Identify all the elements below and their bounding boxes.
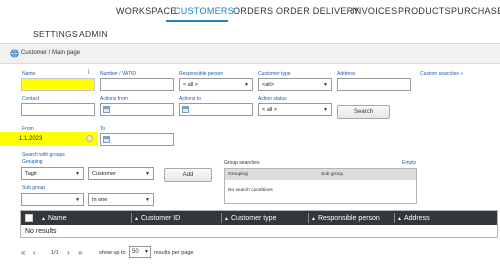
number-vatid-label: Number / VATID	[100, 71, 136, 77]
add-button[interactable]: Add	[164, 168, 212, 182]
sub-group-mode-select[interactable]: In one ▼	[88, 193, 154, 206]
sort-icon: ▲	[224, 216, 229, 222]
chevron-down-icon: ▼	[144, 249, 149, 255]
search-with-groups-heading: Search with groups	[22, 152, 65, 158]
results-table: ▲ Name ▲ Customer ID ▲ Customer type ▲ Respo…	[20, 210, 498, 238]
nav-customers[interactable]: CUSTOMERS	[174, 6, 234, 16]
actions-to-field[interactable]	[179, 103, 253, 116]
nav-order-delivery[interactable]: ORDER DELIVERY	[276, 6, 360, 16]
grouping-label: Grouping	[22, 159, 43, 165]
grouping-target-select[interactable]: Customer ▼	[88, 167, 154, 180]
pagination: « ‹ 1/1 › » show up to 50 ▼ results per …	[0, 244, 500, 264]
custom-searches-link[interactable]: Custom searches »	[420, 71, 463, 77]
nav-settings[interactable]: SETTINGS	[33, 29, 78, 39]
address-label: Address	[337, 71, 356, 77]
sub-group-select[interactable]: ▼	[21, 193, 84, 206]
column-header: Grouping	[228, 172, 248, 177]
column-divider	[394, 213, 395, 223]
grouping-select[interactable]: Tagit ▼	[21, 167, 84, 180]
chevron-down-icon: ▼	[323, 107, 328, 113]
chevron-down-icon: ▼	[323, 82, 328, 88]
clear-icon[interactable]	[86, 135, 93, 142]
next-page-button[interactable]: ›	[67, 248, 70, 257]
nav-orders[interactable]: ORDERS	[233, 6, 273, 16]
chevron-down-icon: ▼	[244, 82, 249, 88]
contact-label: Contact	[22, 96, 40, 102]
nav-invoices[interactable]: INVOICES	[352, 6, 397, 16]
search-button[interactable]: Search	[337, 105, 390, 119]
customer-type-label: Customer type	[258, 71, 291, 77]
chevron-down-icon: ▼	[75, 197, 80, 203]
last-page-button[interactable]: »	[78, 248, 82, 257]
nav-purchases[interactable]: PURCHASES	[451, 6, 500, 16]
breadcrumb: Customer / Main page	[21, 50, 81, 56]
calendar-icon[interactable]	[103, 106, 110, 113]
actions-from-field[interactable]	[100, 103, 174, 116]
actions-from-label: Actions from	[100, 96, 128, 102]
action-status-label: Action status	[258, 96, 287, 102]
calendar-icon[interactable]	[182, 106, 189, 113]
group-searches-table: Grouping Sub group No search conditions	[224, 168, 417, 204]
group-searches-header: Grouping Sub group	[225, 169, 416, 180]
customer-type-select[interactable]: <all> ▼	[258, 78, 332, 91]
first-page-button[interactable]: «	[21, 248, 25, 257]
globe-icon	[10, 49, 19, 58]
sort-icon: ▲	[311, 216, 316, 222]
responsible-person-label: Responsible person	[179, 71, 224, 77]
column-header-customer-type[interactable]: ▲ Customer type	[224, 215, 276, 222]
responsible-person-select[interactable]: < all > ▼	[179, 78, 253, 91]
sort-icon: ▲	[41, 216, 46, 222]
to-date-field[interactable]	[100, 133, 174, 146]
results-header: ▲ Name ▲ Customer ID ▲ Customer type ▲ Respo…	[21, 211, 497, 225]
calendar-icon[interactable]	[103, 136, 110, 143]
sort-icon: ▲	[134, 216, 139, 222]
nav-admin[interactable]: ADMIN	[79, 29, 108, 39]
group-searches-heading: Group searches	[224, 160, 260, 166]
results-per-page-label: results per page	[154, 250, 194, 256]
column-divider	[308, 213, 309, 223]
column-header-customer-id[interactable]: ▲ Customer ID	[134, 215, 180, 222]
chevron-down-icon: ▼	[145, 171, 150, 177]
empty-link[interactable]: Empty	[402, 160, 416, 166]
column-header-name[interactable]: ▲ Name	[41, 215, 67, 222]
no-results-text: No results	[25, 228, 57, 235]
previous-page-button[interactable]: ‹	[33, 248, 36, 257]
info-icon[interactable]: i	[88, 69, 90, 76]
nav-products[interactable]: PRODUCTS	[398, 6, 451, 16]
sub-group-label: Sub group	[22, 185, 46, 191]
empty-state-text: No search conditions	[228, 188, 273, 193]
sort-icon: ▲	[397, 216, 402, 222]
sub-navigation: SETTINGS ADMIN	[0, 22, 500, 44]
to-label: To	[100, 126, 106, 132]
show-up-to-label: show up to	[99, 250, 126, 256]
address-field[interactable]	[337, 78, 411, 91]
chevron-down-icon: ▼	[145, 197, 150, 203]
from-date-field[interactable]: 1.1.2023	[0, 132, 98, 146]
breadcrumb-bar: Customer / Main page	[0, 44, 500, 64]
action-status-select[interactable]: < all > ▼	[258, 103, 332, 116]
number-vatid-field[interactable]	[100, 78, 174, 91]
column-header-responsible-person[interactable]: ▲ Responsible person	[311, 215, 380, 222]
column-header: Sub group	[321, 172, 344, 177]
nav-workspace[interactable]: WORKSPACE	[116, 6, 177, 16]
page-size-select[interactable]: 50 ▼	[129, 246, 151, 258]
chevron-down-icon: ▼	[75, 171, 80, 177]
name-field[interactable]	[21, 78, 95, 91]
column-divider	[221, 213, 222, 223]
page-indicator: 1/1	[51, 250, 59, 256]
column-header-address[interactable]: ▲ Address	[397, 215, 430, 222]
column-divider	[131, 213, 132, 223]
contact-field[interactable]	[21, 103, 95, 116]
name-label: Name	[22, 71, 36, 77]
top-navigation: WORKSPACE CUSTOMERS ORDERS ORDER DELIVER…	[0, 0, 500, 22]
select-all-checkbox[interactable]	[25, 214, 33, 222]
actions-to-label: Actions to	[179, 96, 201, 102]
